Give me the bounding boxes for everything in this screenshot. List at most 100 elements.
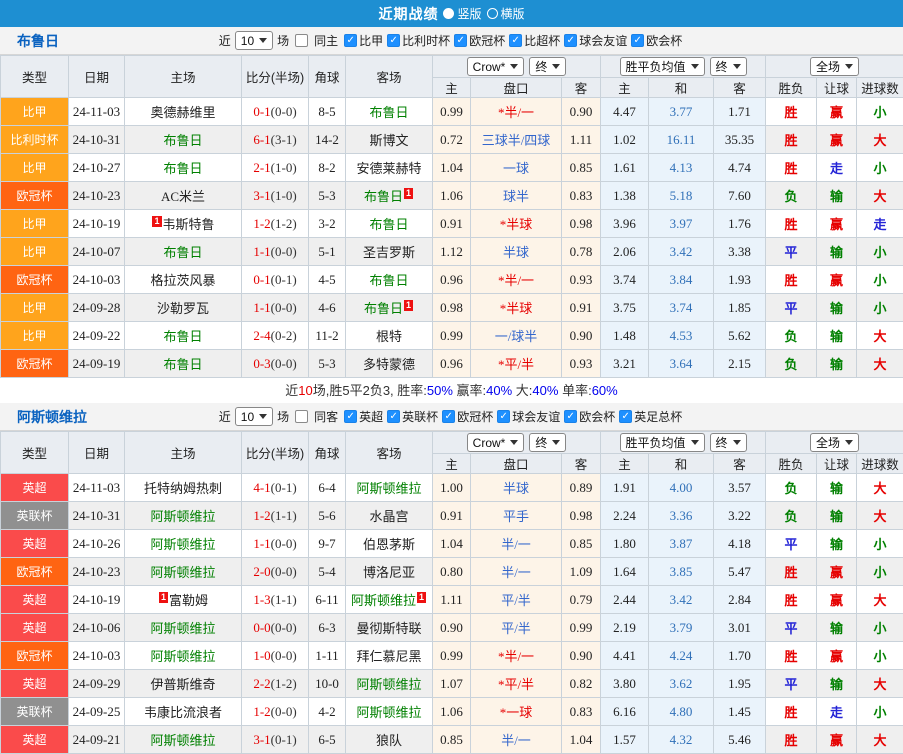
match-row: 欧冠杯24-10-23AC米兰3-1(1-0)5-3布鲁日11.06球半0.83… (1, 182, 903, 210)
goals-result-cell: 大 (857, 670, 903, 698)
asian-home-odds: 1.04 (433, 530, 471, 558)
result-cell: 平 (766, 614, 817, 642)
summary-segment: 60% (592, 383, 618, 398)
asian-away-odds: 0.85 (562, 530, 601, 558)
checkbox-checked-icon[interactable]: ✓ (564, 410, 577, 423)
asian-away-odds: 0.98 (562, 502, 601, 530)
league-filter[interactable]: ✓比甲 (342, 32, 383, 49)
team-name-text: 沙勒罗瓦 (157, 301, 209, 316)
asian-home-odds: 0.85 (433, 726, 471, 754)
checkbox-checked-icon[interactable]: ✓ (344, 34, 357, 47)
checkbox-checked-icon[interactable]: ✓ (509, 34, 522, 47)
goals-result-cell: 小 (857, 266, 903, 294)
euro-away-odds: 2.84 (714, 586, 766, 614)
final-score: 1-0 (253, 648, 270, 663)
sub-ah-home: 主 (433, 78, 471, 98)
final-score: 0-1 (253, 272, 270, 287)
checkbox-checked-icon[interactable]: ✓ (344, 410, 357, 423)
checkbox-checked-icon[interactable]: ✓ (387, 410, 400, 423)
league-filter[interactable]: ✓球会友谊 (562, 32, 627, 49)
bookmaker-select[interactable]: Crow* (467, 433, 525, 452)
league-filter[interactable]: ✓球会友谊 (495, 408, 560, 425)
euro-final-select[interactable]: 终 (710, 57, 747, 76)
chevron-down-icon (845, 64, 853, 69)
league-filter[interactable]: ✓英足总杯 (617, 408, 682, 425)
score-cell: 2-2(1-2) (242, 670, 309, 698)
asian-odds-header: Crow* 终 (433, 56, 601, 78)
checkbox-checked-icon[interactable]: ✓ (631, 34, 644, 47)
asian-away-odds: 1.11 (562, 126, 601, 154)
col-score: 比分(半场) (242, 432, 309, 474)
checkbox-checked-icon[interactable]: ✓ (497, 410, 510, 423)
recent-games-select[interactable]: 10 (235, 31, 273, 50)
red-card-badge: 1 (152, 216, 161, 227)
odds-mean-select[interactable]: 胜平负均值 (620, 433, 705, 452)
final-score: 2-1 (253, 160, 270, 175)
corners-cell: 5-3 (309, 182, 346, 210)
asian-final-select[interactable]: 终 (529, 433, 566, 452)
handicap-cell: *半/一 (471, 266, 562, 294)
handicap-cell: 球半 (471, 182, 562, 210)
recent-games-value: 10 (241, 34, 254, 48)
date-cell: 24-10-19 (69, 586, 125, 614)
date-cell: 24-09-21 (69, 726, 125, 754)
layout-radio-horizontal[interactable]: 横版 (487, 5, 525, 22)
layout-radio-vertical[interactable]: 竖版 (443, 5, 481, 22)
goals-result-cell: 小 (857, 238, 903, 266)
score-cell: 1-1(0-0) (242, 530, 309, 558)
handicap-cell: 一/球半 (471, 322, 562, 350)
euro-draw-odds: 3.36 (649, 502, 714, 530)
league-filter[interactable]: ✓欧冠杯 (440, 408, 493, 425)
euro-draw-odds: 3.64 (649, 350, 714, 378)
away-team-cell: 布鲁日 (346, 210, 433, 238)
scope-header: 全场 (766, 432, 903, 454)
checkbox-checked-icon[interactable]: ✓ (387, 34, 400, 47)
league-filter[interactable]: ✓欧冠杯 (452, 32, 505, 49)
asian-final-select[interactable]: 终 (529, 57, 566, 76)
away-team-cell: 斯博文 (346, 126, 433, 154)
sub-eu-away: 客 (714, 454, 766, 474)
euro-home-odds: 3.75 (601, 294, 649, 322)
same-venue-checkbox[interactable] (295, 410, 308, 423)
checkbox-checked-icon[interactable]: ✓ (619, 410, 632, 423)
league-filter[interactable]: ✓欧会杯 (629, 32, 682, 49)
score-cell: 1-1(0-0) (242, 238, 309, 266)
euro-away-odds: 1.85 (714, 294, 766, 322)
result-cell: 胜 (766, 726, 817, 754)
handicap-cell: *平/半 (471, 350, 562, 378)
result-cell: 负 (766, 350, 817, 378)
team-name-text: 曼彻斯特联 (356, 621, 421, 636)
chevron-down-icon (845, 440, 853, 445)
date-cell: 24-10-03 (69, 642, 125, 670)
recent-games-select[interactable]: 10 (235, 407, 273, 426)
away-team-cell: 阿斯顿维拉 (346, 670, 433, 698)
checkbox-checked-icon[interactable]: ✓ (442, 410, 455, 423)
team-name-text: 根特 (376, 329, 402, 344)
date-cell: 24-10-06 (69, 614, 125, 642)
checkbox-checked-icon[interactable]: ✓ (564, 34, 577, 47)
odds-mean-select[interactable]: 胜平负均值 (620, 57, 705, 76)
checkbox-checked-icon[interactable]: ✓ (454, 34, 467, 47)
league-filter[interactable]: ✓英联杯 (385, 408, 438, 425)
result-cell: 胜 (766, 586, 817, 614)
league-filter[interactable]: ✓欧会杯 (562, 408, 615, 425)
team-name-text: 奥德赫维里 (150, 105, 215, 120)
league-filter[interactable]: ✓英超 (342, 408, 383, 425)
scope-select[interactable]: 全场 (810, 433, 859, 452)
team-name-text: 阿斯顿维拉 (150, 537, 215, 552)
euro-away-odds: 3.01 (714, 614, 766, 642)
team-name-text: 托特纳姆热刺 (144, 481, 222, 496)
league-filter[interactable]: ✓比利时杯 (385, 32, 450, 49)
result-cell: 胜 (766, 698, 817, 726)
score-cell: 1-3(1-1) (242, 586, 309, 614)
score-cell: 1-0(0-0) (242, 642, 309, 670)
euro-final-select[interactable]: 终 (710, 433, 747, 452)
handicap-cell: 半球 (471, 474, 562, 502)
bookmaker-select[interactable]: Crow* (467, 57, 525, 76)
scope-select[interactable]: 全场 (810, 57, 859, 76)
same-venue-checkbox[interactable] (295, 34, 308, 47)
team-name-text: 阿斯顿维拉 (356, 481, 421, 496)
league-type-cell: 欧冠杯 (1, 182, 69, 210)
summary-segment: 单率: (558, 383, 591, 398)
league-filter[interactable]: ✓比超杯 (507, 32, 560, 49)
